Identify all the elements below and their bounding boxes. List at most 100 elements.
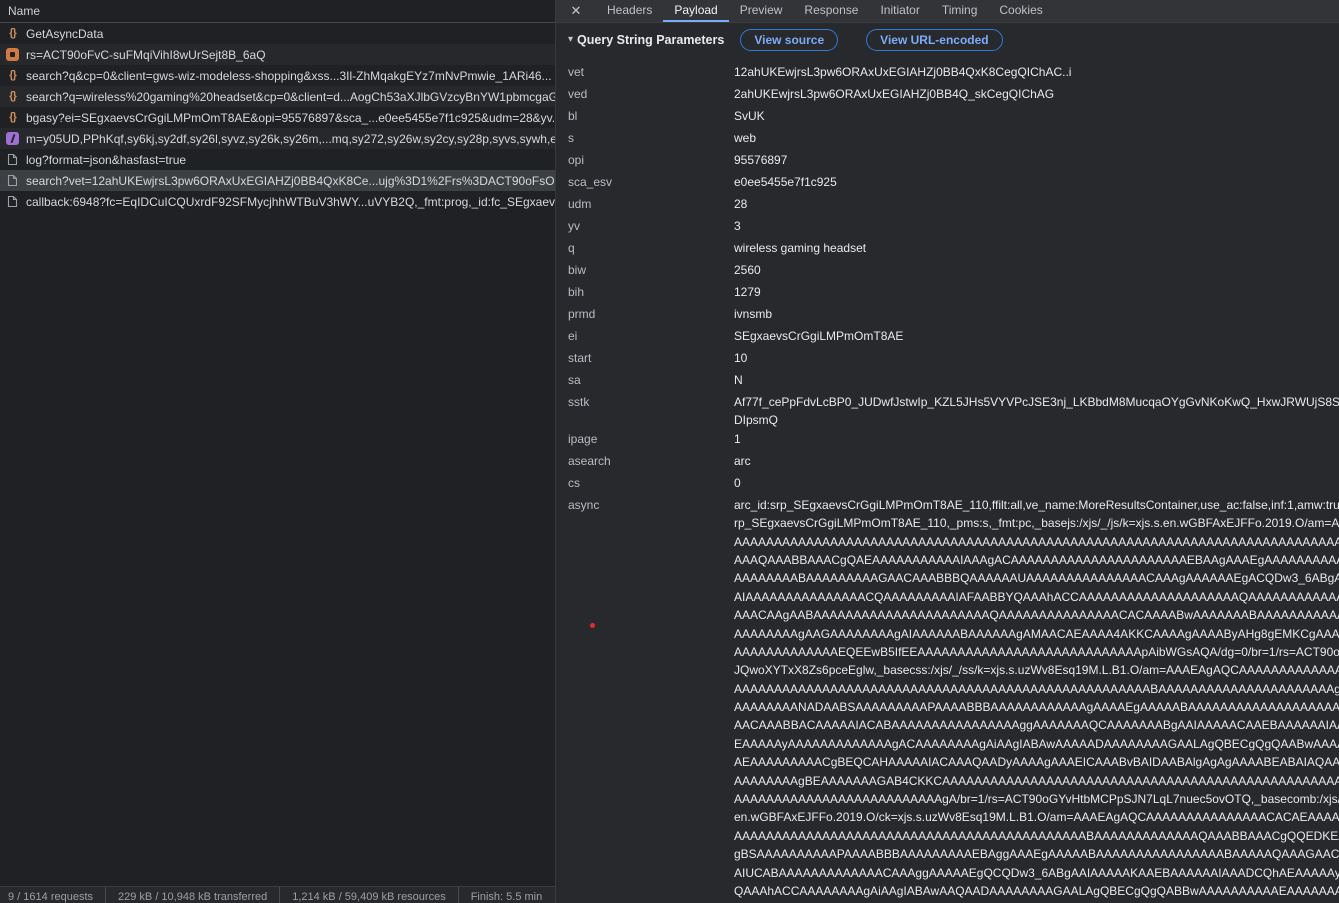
- param-key: s: [568, 129, 734, 147]
- request-name: GetAsyncData: [26, 27, 103, 41]
- param-value: 0: [734, 474, 1339, 492]
- document-icon: [6, 174, 19, 187]
- param-key: q: [568, 239, 734, 257]
- devtools-network-panel: Name {} GetAsyncData rs=ACT90oFvC-suFMqi…: [0, 0, 1339, 903]
- name-column-header[interactable]: Name: [0, 0, 555, 23]
- param-value-line: AAAAAAAAAAAAAAAAAAAAAAAAAAAAAAAAAAAAAAAA…: [734, 680, 1339, 698]
- tab-payload[interactable]: Payload: [663, 0, 728, 22]
- param-value-line: SEgxaevsCrGgiLMPmOmT8AE: [734, 327, 1339, 345]
- script-icon: [6, 48, 19, 61]
- param-value: ivnsmb: [734, 305, 1339, 323]
- chevron-down-icon[interactable]: ▾: [568, 34, 573, 45]
- param-key: sca_esv: [568, 173, 734, 191]
- tab-label: Headers: [607, 3, 652, 17]
- param-row: udm 28: [568, 195, 1339, 217]
- request-name: search?vet=12ahUKEwjrsL3pw6ORAxUxEGIAHZj…: [26, 174, 555, 188]
- request-row[interactable]: {} search?q=wireless%20gaming%20headset&…: [0, 86, 555, 107]
- view-url-encoded-button[interactable]: View URL-encoded: [866, 29, 1002, 51]
- param-value-line: DIpsmQ: [734, 411, 1339, 429]
- status-segment: 229 kB / 10,948 kB transferred: [105, 887, 279, 903]
- param-value-line: AAAAAAAAgAAGAAAAAAAAgAIAAAAAABAAAAAAgAMA…: [734, 625, 1339, 643]
- request-details-pane: ✕ Headers Payload Preview Response Initi…: [556, 0, 1339, 903]
- param-row: s web: [568, 129, 1339, 151]
- tab-label: Initiator: [880, 3, 919, 17]
- close-icon[interactable]: ✕: [556, 0, 596, 22]
- param-value-line: AAAAAAAAAAAAAAAAAAAAAAAAAAgA/br=1/rs=ACT…: [734, 790, 1339, 808]
- fetch-xhr-icon: {}: [6, 90, 19, 103]
- param-value: 1279: [734, 283, 1339, 301]
- param-key: sa: [568, 371, 734, 389]
- param-key: prmd: [568, 305, 734, 323]
- param-value: wireless gaming headset: [734, 239, 1339, 257]
- param-key: opi: [568, 151, 734, 169]
- param-value-line: AAAAAAAAAAAAAAAAAAAAAAAAAAAAAAAAAAAAAAAA…: [734, 533, 1339, 551]
- details-tab-bar: ✕ Headers Payload Preview Response Initi…: [556, 0, 1339, 23]
- request-row[interactable]: callback:6948?fc=EqIDCuICQUxrdF92SFMycjh…: [0, 191, 555, 212]
- param-value-line: 2560: [734, 261, 1339, 279]
- tab-label: Cookies: [999, 3, 1042, 17]
- view-source-button[interactable]: View source: [740, 29, 838, 51]
- param-value-line: 1279: [734, 283, 1339, 301]
- param-value: 2560: [734, 261, 1339, 279]
- param-value: SvUK: [734, 107, 1339, 125]
- param-value-line: 0: [734, 474, 1339, 492]
- document-icon: [6, 195, 19, 208]
- tab-initiator[interactable]: Initiator: [869, 0, 930, 22]
- fetch-xhr-icon: {}: [6, 69, 19, 82]
- request-row[interactable]: rs=ACT90oFvC-suFMqiVihI8wUrSejt8B_6aQ: [0, 44, 555, 65]
- tab-timing[interactable]: Timing: [931, 0, 989, 22]
- tab-headers[interactable]: Headers: [596, 0, 663, 22]
- status-segment: Finish: 5.5 min: [458, 887, 555, 903]
- param-value-line: AAAAAAAAAAAAAEQEEwB5IfEEAAAAAAAAAAAAAAAA…: [734, 643, 1339, 661]
- param-key: sstk: [568, 393, 734, 411]
- param-row: ved 2ahUKEwjrsL3pw6ORAxUxEGIAHZj0BB4Q_sk…: [568, 85, 1339, 107]
- param-row: bl SvUK: [568, 107, 1339, 129]
- fetch-xhr-icon: {}: [6, 27, 19, 40]
- param-value-line: AAAQAAABBAAACgQAEAAAAAAAAAAAIAAAgACAAAAA…: [734, 551, 1339, 569]
- param-value: 10: [734, 349, 1339, 367]
- param-value: e0ee5455e7f1c925: [734, 173, 1339, 191]
- request-name: log?format=json&hasfast=true: [26, 153, 186, 167]
- param-value: 95576897: [734, 151, 1339, 169]
- param-value-line: 1: [734, 430, 1339, 448]
- param-key: bl: [568, 107, 734, 125]
- request-row[interactable]: search?vet=12ahUKEwjrsL3pw6ORAxUxEGIAHZj…: [0, 170, 555, 191]
- tab-cookies[interactable]: Cookies: [988, 0, 1053, 22]
- param-value-line: QAAAhACCAAAAAAAAgAiAAgIABAwAAQAADAAAAAAA…: [734, 882, 1339, 900]
- tab-label: Preview: [740, 3, 783, 17]
- request-row[interactable]: {} bgasy?ei=SEgxaevsCrGgiLMPmOmT8AE&opi=…: [0, 107, 555, 128]
- param-row: bih 1279: [568, 283, 1339, 305]
- param-row: yv 3: [568, 217, 1339, 239]
- param-value-line: AAAAAAAABAAAAAAAAAGAACAAABBBQAAAAAAUAAAA…: [734, 569, 1339, 587]
- request-row[interactable]: {} GetAsyncData: [0, 23, 555, 44]
- param-value: 3: [734, 217, 1339, 235]
- param-row: biw 2560: [568, 261, 1339, 283]
- param-row: sca_esv e0ee5455e7f1c925: [568, 173, 1339, 195]
- param-value-line: AIUCABAAAAAAAAAAAAACAAAggAAAAAEgQCQDw3_6…: [734, 864, 1339, 882]
- request-name: search?q&cp=0&client=gws-wiz-modeless-sh…: [26, 69, 552, 83]
- network-request-list-pane: Name {} GetAsyncData rs=ACT90oFvC-suFMqi…: [0, 0, 556, 903]
- param-value-line: AEAAAAAAAAACgBEQCAHAAAAAIACAAAQAADyAAAAg…: [734, 753, 1339, 771]
- param-row: opi 95576897: [568, 151, 1339, 173]
- request-name: callback:6948?fc=EqIDCuICQUxrdF92SFMycjh…: [26, 195, 555, 209]
- param-value-line: JQwoXYTxX8Zs6pceEglw,_basecss:/xjs/_/ss/…: [734, 661, 1339, 679]
- param-row: q wireless gaming headset: [568, 239, 1339, 261]
- param-row: sstk Af77f_cePpFdvLcBP0_JUDwfJstwIp_KZL5…: [568, 393, 1339, 430]
- param-key: yv: [568, 217, 734, 235]
- request-row[interactable]: {} search?q&cp=0&client=gws-wiz-modeless…: [0, 65, 555, 86]
- param-value: web: [734, 129, 1339, 147]
- param-row: ei SEgxaevsCrGgiLMPmOmT8AE: [568, 327, 1339, 349]
- request-row[interactable]: m=y05UD,PPhKqf,sy6kj,sy2df,sy26l,syvz,sy…: [0, 128, 555, 149]
- param-value-line: 10: [734, 349, 1339, 367]
- tab-preview[interactable]: Preview: [729, 0, 794, 22]
- tab-label: Response: [804, 3, 858, 17]
- query-string-parameters-title[interactable]: Query String Parameters: [577, 33, 724, 47]
- param-value-line: Af77f_cePpFdvLcBP0_JUDwfJstwIp_KZL5JHs5V…: [734, 393, 1339, 411]
- param-key: cs: [568, 474, 734, 492]
- tab-response[interactable]: Response: [793, 0, 869, 22]
- request-row[interactable]: log?format=json&hasfast=true: [0, 149, 555, 170]
- param-value-line: arc: [734, 452, 1339, 470]
- param-value-line: AAACAAgAABAAAAAAAAAAAAAAAAAAAAAAQAAAAAAA…: [734, 606, 1339, 624]
- param-key: udm: [568, 195, 734, 213]
- param-value-line: AIAAAAAAAAAAAAAAACQAAAAAAAAAIAFAABBYQAAA…: [734, 588, 1339, 606]
